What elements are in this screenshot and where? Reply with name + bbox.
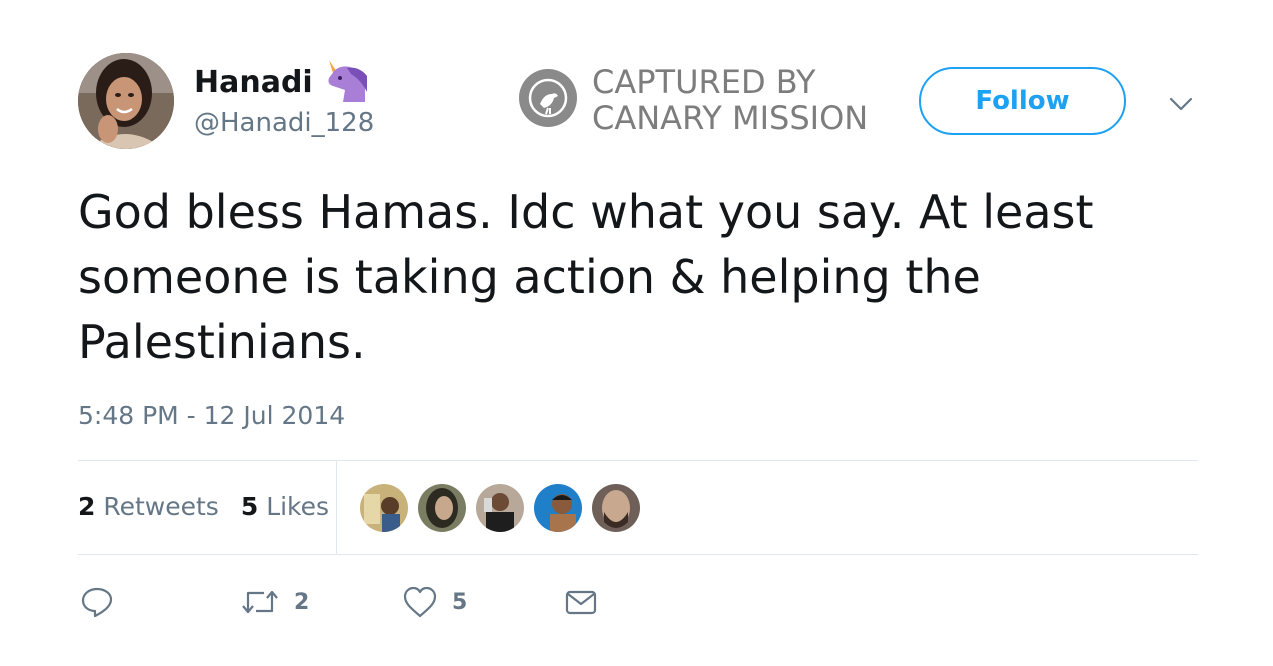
watermark-line-1: CAPTURED BY — [592, 63, 816, 101]
likes-stat[interactable]: 5 Likes — [241, 490, 329, 524]
canary-mission-watermark: CAPTURED BY CANARY MISSION — [518, 64, 868, 136]
retweet-action[interactable]: 2 — [240, 585, 309, 619]
tweet-stats: 2 Retweets 5 Likes — [78, 490, 329, 524]
tweet-text: God bless Hamas. Idc what you say. At le… — [78, 185, 1094, 369]
user-avatar[interactable] — [78, 53, 174, 149]
like-count: 5 — [452, 589, 468, 615]
chevron-down-icon[interactable] — [1168, 94, 1194, 114]
divider-bottom — [78, 554, 1198, 555]
liker-avatar[interactable] — [360, 484, 408, 532]
likers-avatars — [360, 484, 640, 532]
heart-icon — [402, 585, 438, 619]
watermark-line-2: CANARY MISSION — [592, 99, 869, 137]
like-action[interactable]: 5 — [402, 585, 467, 619]
unicorn-icon — [321, 58, 369, 108]
liker-avatar[interactable] — [592, 484, 640, 532]
user-name-row[interactable]: Hanadi — [194, 58, 369, 108]
tweet-actions: 2 5 — [80, 585, 640, 625]
stats-vertical-divider — [336, 461, 337, 554]
direct-message-action[interactable] — [564, 585, 598, 619]
canary-bird-icon — [518, 68, 578, 132]
tweet-timestamp[interactable]: 5:48 PM - 12 Jul 2014 — [78, 400, 345, 432]
retweets-count: 2 — [78, 492, 96, 521]
liker-avatar[interactable] — [534, 484, 582, 532]
divider-top — [78, 460, 1198, 461]
retweets-label: Retweets — [103, 492, 219, 521]
liker-avatar[interactable] — [418, 484, 466, 532]
likes-count: 5 — [240, 492, 259, 521]
display-name[interactable]: Hanadi — [194, 63, 313, 103]
liker-avatar[interactable] — [476, 484, 524, 532]
envelope-icon — [564, 585, 598, 619]
reply-action[interactable] — [80, 585, 128, 619]
likes-label: Likes — [266, 492, 330, 521]
follow-button[interactable]: Follow — [919, 67, 1126, 135]
retweet-count: 2 — [294, 589, 310, 615]
retweet-icon — [240, 585, 280, 619]
reply-icon — [80, 585, 114, 619]
retweets-stat[interactable]: 2 Retweets — [78, 490, 219, 524]
user-handle[interactable]: @Hanadi_128 — [194, 106, 374, 140]
